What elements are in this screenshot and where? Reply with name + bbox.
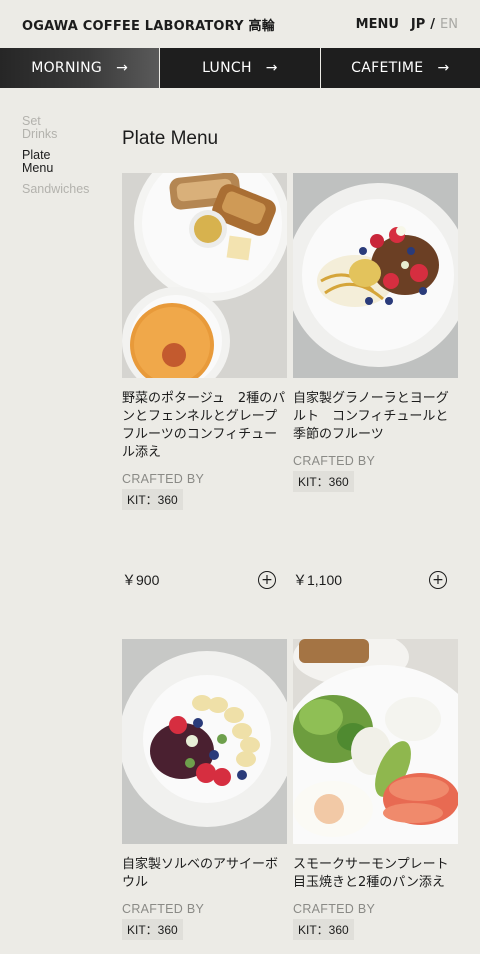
menu-button[interactable]: MENU [356,17,399,32]
tab-label: LUNCH [202,60,252,76]
category-sidebar: Set Drinks Plate Menu Sandwiches [22,115,112,204]
meal-tabs: MORNING → LUNCH → CAFETIME → [0,48,480,88]
sidebar-item-set-drinks[interactable]: Set Drinks [22,115,72,141]
lang-jp-link[interactable]: JP [411,17,425,32]
price-row: ￥900 + [122,570,287,590]
menu-item-name: スモークサーモンプレート 目玉焼きと2種のパン添え [293,857,462,890]
menu-card[interactable]: 自家製ソルベのアサイーボウル CRAFTED BY KIT：360 [122,639,287,940]
menu-card[interactable]: スモークサーモンプレート 目玉焼きと2種のパン添え CRAFTED BY KIT… [293,639,462,940]
crafted-by-badge: KIT：360 [122,489,183,510]
page-title: Plate Menu [122,128,219,149]
crafted-by-label: CRAFTED BY [122,902,205,916]
lang-separator: / [430,16,436,32]
menu-card[interactable]: 自家製グラノーラとヨーグルト コンフィチュールと季節のフルーツ CRAFTED … [293,173,458,589]
crafted-by-badge: KIT：360 [293,919,354,940]
plus-circle-icon[interactable]: + [429,571,447,589]
brand-logo[interactable]: OGAWA COFFEE LABORATORY 高輪 [22,15,275,34]
crafted-by-label: CRAFTED BY [122,472,205,486]
tab-lunch[interactable]: LUNCH → [160,48,321,88]
sidebar-item-plate-menu[interactable]: Plate Menu [22,149,72,175]
menu-item-price: ￥900 [122,572,160,588]
menu-item-name: 野菜のポタージュ 2種のパンとフェンネルとグレープフルーツのコンフィチュール添え [122,391,286,460]
granola-yogurt-photo [293,173,458,378]
acai-bowl-photo [122,639,287,844]
tab-morning[interactable]: MORNING → [0,48,161,88]
arrow-right-icon: → [265,60,278,76]
crafted-by-badge: KIT：360 [122,919,183,940]
sidebar-item-sandwiches[interactable]: Sandwiches [22,183,112,196]
tab-label: CAFETIME [351,60,424,76]
tab-label: MORNING [31,60,103,76]
menu-content: Plate Menu [122,128,462,150]
crafted-by-label: CRAFTED BY [293,902,376,916]
header-nav: MENU JP / EN [356,17,458,32]
crafted-by-badge: KIT：360 [293,471,354,492]
lang-en-link[interactable]: EN [440,17,458,32]
price-row: ￥1,100 + [293,570,458,590]
smoked-salmon-plate-photo [293,639,458,844]
crafted-by-label: CRAFTED BY [293,454,376,468]
arrow-right-icon: → [116,60,129,76]
menu-item-name: 自家製ソルベのアサイーボウル [122,857,279,890]
arrow-right-icon: → [437,60,450,76]
bread-and-soup-photo [122,173,287,378]
menu-item-price: ￥1,100 [293,572,343,588]
plus-circle-icon[interactable]: + [258,571,276,589]
tab-cafetime[interactable]: CAFETIME → [320,48,480,88]
menu-item-name: 自家製グラノーラとヨーグルト コンフィチュールと季節のフルーツ [293,391,449,442]
menu-card[interactable]: 野菜のポタージュ 2種のパンとフェンネルとグレープフルーツのコンフィチュール添え… [122,173,287,589]
site-header: OGAWA COFFEE LABORATORY 高輪 MENU JP / EN [0,0,480,48]
